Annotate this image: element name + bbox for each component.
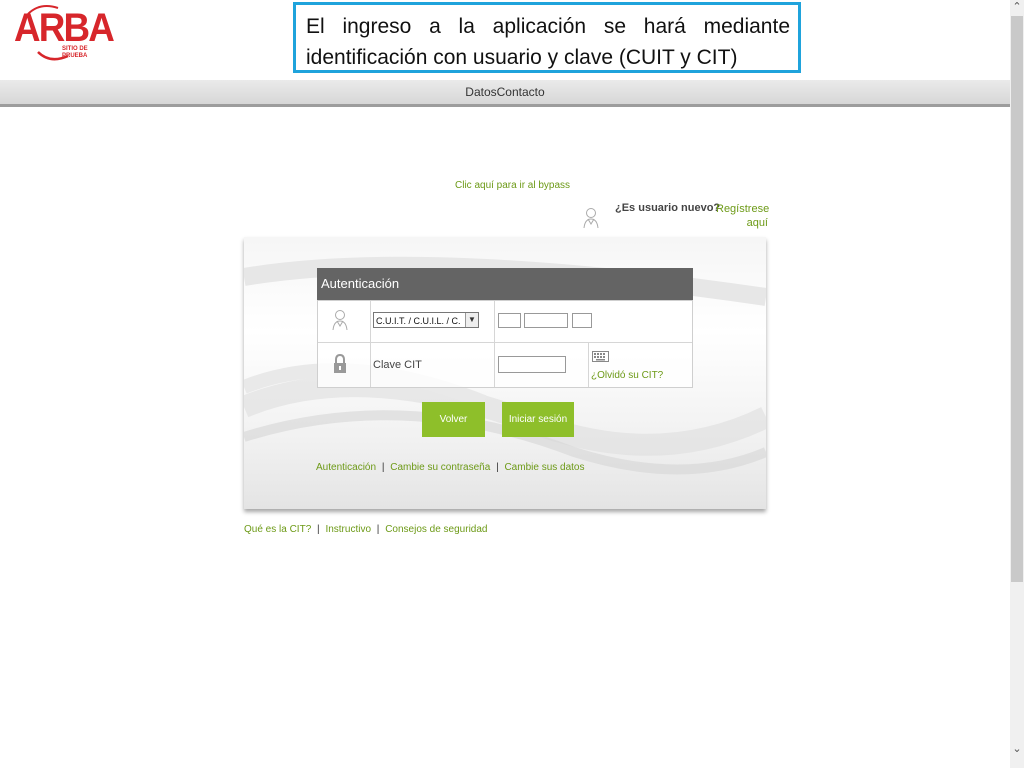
user-icon — [583, 208, 599, 229]
scroll-down-icon[interactable]: ⌄ — [1010, 742, 1024, 756]
link-separator: | — [376, 524, 380, 535]
register-link[interactable]: Regístrese aquí — [716, 202, 769, 230]
auth-title: Autenticación — [321, 276, 400, 291]
instructions-link[interactable]: Instructivo — [325, 524, 371, 535]
footer-links: Qué es la CIT? | Instructivo | Consejos … — [244, 524, 487, 535]
bypass-link[interactable]: Clic aquí para ir al bypass — [455, 180, 570, 191]
id-type-selected-value: C.U.I.T. / C.U.I.L. / C. — [376, 316, 461, 326]
table-divider — [318, 342, 692, 343]
logo-subtext: SITIO DE PRUEBA — [62, 46, 88, 59]
new-user-question: ¿Es usuario nuevo? — [615, 202, 721, 214]
annotation-callout: El ingreso a la aplicación se hará media… — [293, 2, 801, 73]
change-password-link[interactable]: Cambie su contraseña — [390, 462, 490, 473]
lock-icon — [334, 354, 346, 373]
table-divider — [370, 301, 371, 387]
login-button[interactable]: Iniciar sesión — [502, 402, 574, 437]
security-tips-link[interactable]: Consejos de seguridad — [385, 524, 487, 535]
password-label: Clave CIT — [373, 359, 422, 371]
password-input[interactable] — [498, 356, 566, 373]
logo-text: ARBA — [14, 6, 115, 50]
id-type-select[interactable]: C.U.I.T. / C.U.I.L. / C. ▼ — [373, 312, 479, 328]
scroll-thumb[interactable] — [1011, 16, 1023, 582]
chevron-down-icon[interactable]: ▼ — [465, 313, 478, 327]
link-separator: | — [381, 462, 385, 473]
auth-header: Autenticación — [317, 268, 693, 300]
cuit-part3-input[interactable] — [572, 313, 592, 328]
what-is-cit-link[interactable]: Qué es la CIT? — [244, 524, 311, 535]
cuit-part1-input[interactable] — [498, 313, 521, 328]
back-button[interactable]: Volver — [422, 402, 485, 437]
link-separator: | — [496, 462, 499, 473]
scroll-up-icon[interactable]: ⌃ — [1010, 0, 1024, 14]
top-bar: DatosContacto — [0, 80, 1010, 107]
page-title: DatosContacto — [465, 85, 545, 99]
table-divider — [494, 301, 495, 387]
keyboard-icon[interactable] — [592, 351, 609, 362]
forgot-password-link[interactable]: ¿Olvidó su CIT? — [591, 370, 663, 381]
cuit-part2-input[interactable] — [524, 313, 568, 328]
vertical-scrollbar[interactable]: ⌃ ⌄ — [1010, 0, 1024, 768]
link-separator: | — [317, 524, 320, 535]
table-divider — [588, 342, 589, 387]
arba-logo: ARBA SITIO DE PRUEBA — [10, 4, 115, 70]
change-data-link[interactable]: Cambie sus datos — [504, 462, 584, 473]
panel-links: Autenticación | Cambie su contraseña | C… — [316, 462, 585, 473]
authentication-link[interactable]: Autenticación — [316, 462, 376, 473]
user-icon — [332, 310, 348, 331]
